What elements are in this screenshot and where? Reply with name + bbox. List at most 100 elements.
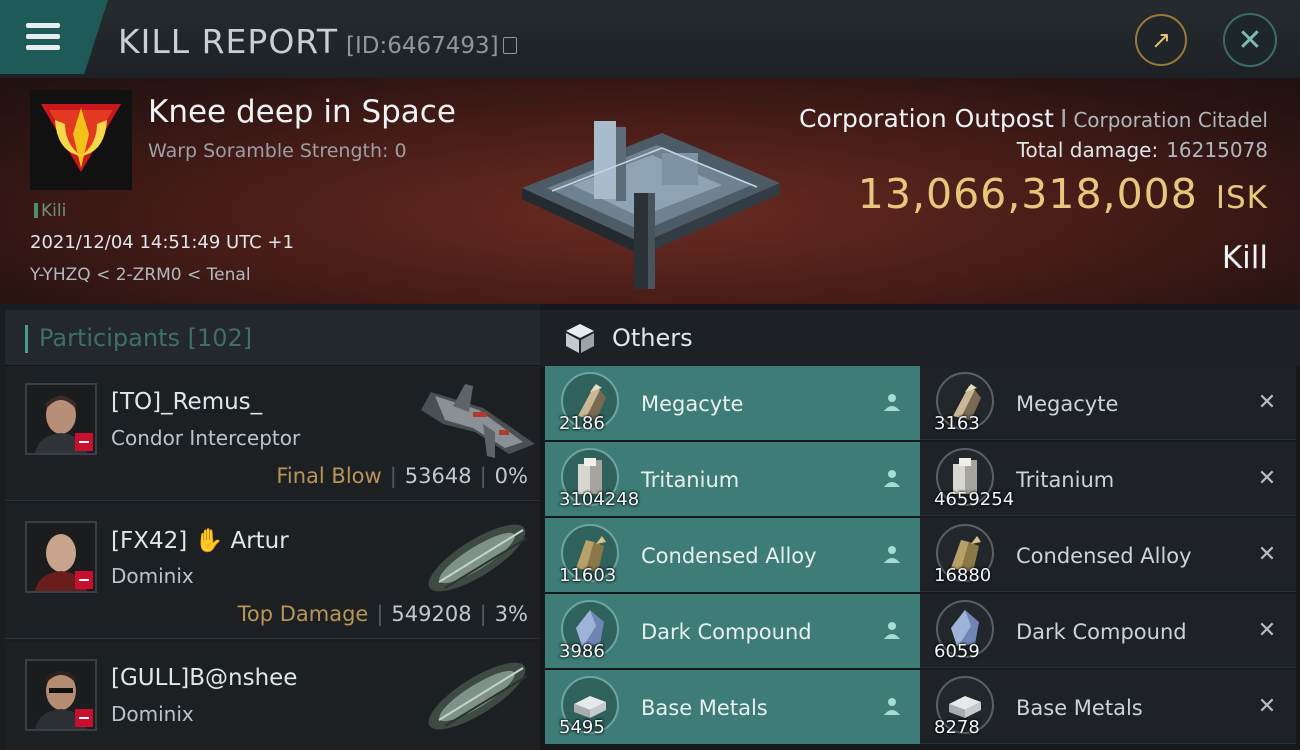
participants-title: Participants [102]	[39, 324, 253, 352]
stat-divider: |	[389, 464, 397, 488]
pilot-portrait[interactable]	[25, 383, 97, 455]
kill-report-screen: KILL REPORT [ID:6467493] ↗ ✕ Knee deep in…	[0, 0, 1300, 750]
isk-value: 13,066,318,008 ISK	[858, 170, 1268, 218]
cargo-cube-icon	[566, 324, 594, 353]
item-name: Tritanium	[641, 468, 740, 492]
participant-ship: Dominix	[111, 702, 194, 726]
corporation-logo[interactable]	[30, 90, 132, 190]
dropped-item[interactable]: 11603 Condensed Alloy	[545, 518, 921, 592]
participants-panel: Participants [102] [TO]_Remus_ Condor In…	[0, 304, 540, 750]
damage-value: 53648	[404, 464, 472, 488]
tag-marker	[34, 203, 38, 218]
participant-row[interactable]: [TO]_Remus_ Condor Interceptor Final Blo…	[5, 366, 540, 501]
item-quantity: 4659254	[934, 489, 1015, 510]
item-quantity: 3986	[559, 641, 605, 662]
ship-icon[interactable]	[413, 510, 539, 600]
destroyed-icon: ✕	[1257, 465, 1277, 491]
victim-ship-type: Corporation Outpost I Corporation Citadel	[799, 104, 1268, 133]
dropped-item[interactable]: 3986 Dark Compound	[545, 594, 921, 668]
dropped-item[interactable]: 3104248 Tritanium	[545, 442, 921, 516]
participant-name[interactable]: [TO]_Remus_	[111, 389, 262, 415]
item-name: Condensed Alloy	[1016, 544, 1192, 568]
item-name: Dark Compound	[1016, 620, 1187, 644]
item-quantity: 3163	[934, 413, 980, 434]
participant-row[interactable]: [GULL]B@nshee Dominix	[5, 642, 540, 750]
total-damage: Total damage: 16215078	[1017, 138, 1268, 162]
person-icon	[881, 619, 903, 641]
participant-name[interactable]: [FX42] ✋ Artur	[111, 527, 289, 554]
participant-ship: Condor Interceptor	[111, 426, 301, 450]
warp-scramble-strength: Warp Soramble Strength: 0	[148, 140, 407, 162]
destroyed-icon: ✕	[1257, 541, 1277, 567]
menu-icon-bar	[26, 45, 60, 50]
destroyed-icon: ✕	[1257, 389, 1277, 415]
destroyed-item[interactable]: 6059 Dark Compound ✕	[920, 594, 1296, 668]
share-button[interactable]: ↗	[1135, 14, 1187, 66]
security-status-icon	[75, 433, 93, 451]
item-name: Base Metals	[641, 696, 768, 720]
pilot-portrait[interactable]	[25, 521, 97, 593]
item-quantity: 3104248	[559, 489, 640, 510]
menu-icon	[26, 23, 60, 28]
report-id: [ID:6467493]	[345, 33, 499, 59]
person-icon	[881, 543, 903, 565]
copy-icon[interactable]	[502, 37, 517, 54]
destroyed-item[interactable]: 8278 Base Metals ✕	[920, 670, 1296, 744]
stat-divider: |	[479, 602, 487, 626]
participant-name[interactable]: [GULL]B@nshee	[111, 665, 297, 691]
kill-location[interactable]: Y-YHZQ < 2-ZRM0 < Tenal	[30, 265, 251, 285]
stat-divider: |	[376, 602, 384, 626]
menu-icon-bar	[26, 34, 60, 39]
others-header: Others	[540, 310, 1300, 366]
item-quantity: 16880	[934, 565, 992, 586]
item-quantity: 8278	[934, 717, 980, 738]
participant-row[interactable]: [FX42] ✋ Artur Dominix Top Damage | 549208…	[5, 504, 540, 639]
person-icon	[881, 391, 903, 413]
header-accent	[25, 325, 28, 353]
item-name: Megacyte	[641, 392, 744, 416]
total-damage-value: 16215078	[1166, 138, 1268, 162]
item-quantity: 2186	[559, 413, 605, 434]
participant-stats: Top Damage | 549208 | 3%	[238, 602, 528, 626]
menu-button[interactable]	[0, 0, 108, 74]
final-blow-label: Final Blow	[276, 464, 382, 488]
victim-summary: Knee deep in Space Warp Soramble Strengt…	[0, 78, 1300, 304]
dropped-item[interactable]: 5495 Base Metals	[545, 670, 921, 744]
stat-divider: |	[479, 464, 487, 488]
close-icon: ✕	[1237, 22, 1263, 58]
participants-header[interactable]: Participants [102]	[5, 310, 540, 366]
participant-ship: Dominix	[111, 564, 194, 588]
isk-amount: 13,066,318,008	[857, 170, 1198, 218]
page-title: KILL REPORT [ID:6467493]	[118, 22, 517, 61]
participant-stats: Final Blow | 53648 | 0%	[276, 464, 528, 488]
damage-value: 549208	[391, 602, 472, 626]
item-quantity: 11603	[559, 565, 617, 586]
item-quantity: 6059	[934, 641, 980, 662]
destroyed-item[interactable]: 16880 Condensed Alloy ✕	[920, 518, 1296, 592]
destroyed-item[interactable]: 3163 Megacyte ✕	[920, 366, 1296, 440]
item-name: Tritanium	[1016, 468, 1115, 492]
dropped-item[interactable]: 2186 Megacyte	[545, 366, 921, 440]
title-text: KILL REPORT	[118, 22, 338, 61]
person-icon	[881, 467, 903, 489]
ship-icon[interactable]	[413, 648, 539, 738]
total-damage-label: Total damage:	[1016, 138, 1159, 162]
security-status-icon	[75, 709, 93, 727]
tag-label: Kili	[41, 201, 67, 221]
damage-percent: 0%	[494, 464, 528, 488]
kill-timestamp: 2021/12/04 14:51:49 UTC +1	[30, 232, 294, 253]
close-button[interactable]: ✕	[1223, 13, 1277, 67]
top-damage-label: Top Damage	[237, 602, 369, 626]
ship-class-label: Corporation Citadel	[1073, 108, 1268, 132]
destroyed-item[interactable]: 4659254 Tritanium ✕	[920, 442, 1296, 516]
ship-icon[interactable]	[413, 372, 539, 462]
item-name: Megacyte	[1016, 392, 1119, 416]
pilot-portrait[interactable]	[25, 659, 97, 731]
damage-percent: 3%	[494, 602, 528, 626]
security-status-icon	[75, 571, 93, 589]
others-title: Others	[612, 324, 693, 352]
corporation-emblem-icon	[41, 104, 121, 172]
person-icon	[881, 695, 903, 717]
victim-name[interactable]: Knee deep in Space	[148, 94, 456, 130]
external-link-icon: ↗	[1150, 26, 1172, 54]
